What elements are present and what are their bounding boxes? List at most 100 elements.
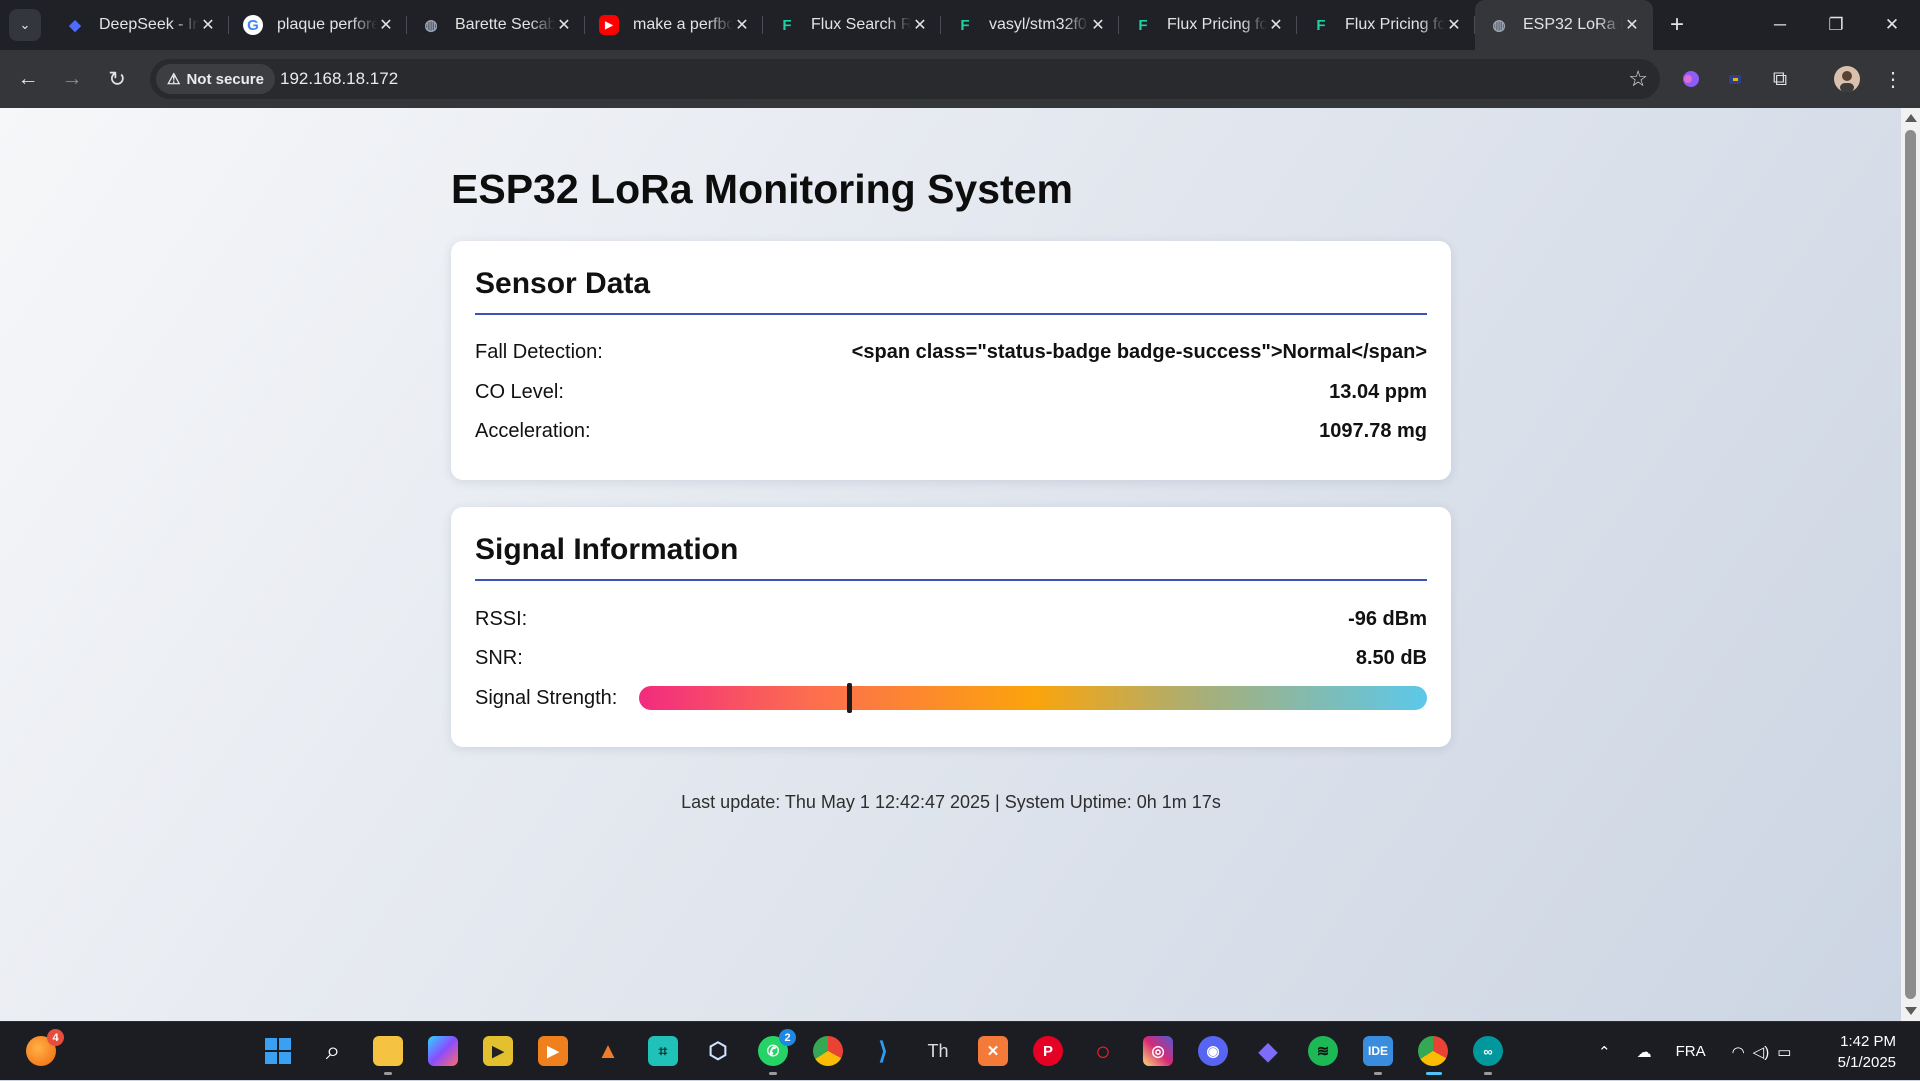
flux-icon: F [960, 16, 970, 34]
whatsapp-icon[interactable]: ✆ 2 [758, 1029, 796, 1075]
discord-icon[interactable]: ◉ [1198, 1036, 1228, 1066]
close-icon[interactable]: ✕ [377, 15, 395, 35]
co-level-label: CO Level: [475, 380, 564, 403]
windows-start-icon[interactable] [263, 1036, 293, 1066]
taskbar-clock[interactable]: 1:42 PM 5/1/2025 [1838, 1031, 1896, 1073]
ide-icon[interactable]: IDE [1363, 1036, 1393, 1075]
gemini-icon[interactable]: ◆ [1253, 1036, 1283, 1066]
tab-title: plaque perforée [277, 16, 377, 33]
opera-icon[interactable]: ○ [1088, 1036, 1118, 1066]
signal-strength-marker [846, 683, 852, 713]
tab-flux-vasyl[interactable]: F vasyl/stm32f0 ✕ [941, 0, 1119, 50]
tab-esp32-active[interactable]: ◍ ESP32 LoRa Monitoring System ✕ [1475, 0, 1653, 50]
volume-icon[interactable]: ◁) [1753, 1043, 1770, 1061]
back-arrow-icon[interactable]: ← [12, 63, 44, 95]
close-icon[interactable]: ✕ [555, 15, 573, 35]
tab-flux-pricing-2[interactable]: F Flux Pricing for Teams ✕ [1297, 0, 1475, 50]
file-explorer-icon[interactable] [373, 1036, 403, 1075]
forward-arrow-icon[interactable]: → [56, 63, 88, 95]
profile-avatar[interactable] [1831, 63, 1863, 95]
whatsapp-badge: 2 [779, 1029, 796, 1046]
arduino-icon[interactable]: ∞ [1473, 1036, 1503, 1075]
signal-card-title: Signal Information [475, 533, 1427, 581]
onedrive-cloud-icon[interactable]: ☁ [1637, 1043, 1652, 1061]
system-tray: ⌃ ☁ FRA ◠ ◁) ▭ [1598, 1022, 1791, 1081]
copilot-icon[interactable] [428, 1036, 458, 1066]
rssi-value: -96 dBm [1348, 607, 1427, 630]
tab-title: Barette Secable [455, 16, 555, 33]
media-player-icon[interactable]: ▶ [483, 1036, 513, 1066]
reload-icon[interactable]: ↻ [101, 63, 133, 95]
stm32-cube-icon[interactable]: ⌗ [648, 1036, 678, 1066]
close-icon[interactable]: ✕ [1445, 15, 1463, 35]
snr-label: SNR: [475, 646, 523, 669]
tab-deepseek[interactable]: ◆ DeepSeek - Into the Unknown ✕ [51, 0, 229, 50]
fall-detection-value: <span class="status-badge badge-success"… [851, 340, 1427, 363]
notification-orb-icon[interactable]: 4 [26, 1029, 64, 1066]
sensor-data-card: Sensor Data Fall Detection: <span class=… [451, 241, 1451, 480]
battery-icon[interactable]: ▭ [1777, 1043, 1791, 1061]
chrome-profile-icon[interactable] [1418, 1036, 1448, 1075]
xampp-icon[interactable]: ✕ [978, 1036, 1008, 1066]
signal-information-card: Signal Information RSSI: -96 dBm SNR: 8.… [451, 507, 1451, 747]
extension-brain-icon[interactable] [1675, 63, 1707, 95]
matlab-icon[interactable]: ▲ [593, 1036, 623, 1066]
restore-icon[interactable]: ❐ [1808, 0, 1864, 50]
close-icon[interactable]: ✕ [1089, 15, 1107, 35]
tab-title: ESP32 LoRa Monitoring System [1523, 16, 1623, 33]
signal-strength-bar [639, 683, 1427, 713]
close-icon[interactable]: ✕ [733, 15, 751, 35]
globe-icon: ◍ [1492, 17, 1506, 34]
search-icon[interactable]: ⌕ [318, 1035, 348, 1066]
chevron-up-icon[interactable]: ⌃ [1598, 1043, 1611, 1061]
vscode-icon[interactable]: ⟩ [868, 1036, 898, 1066]
snr-value: 8.50 dB [1355, 646, 1427, 669]
video-editor-icon[interactable]: ▶ [538, 1036, 568, 1066]
close-icon[interactable]: ✕ [911, 15, 929, 35]
security-chip[interactable]: ⚠ Not secure [156, 64, 275, 94]
kebab-menu-icon[interactable]: ⋮ [1877, 63, 1909, 95]
close-icon[interactable]: ✕ [1267, 15, 1285, 35]
chrome-icon[interactable] [813, 1036, 843, 1066]
puzzle-extensions-icon[interactable]: ⧉ [1764, 63, 1796, 95]
clock-time: 1:42 PM [1840, 1033, 1896, 1050]
tab-search-chevron-icon[interactable]: ⌄ [9, 9, 41, 41]
acceleration-row: Acceleration: 1097.78 mg [475, 416, 1427, 446]
pinterest-icon[interactable]: P [1033, 1036, 1063, 1066]
vertical-scrollbar[interactable] [1901, 108, 1920, 1021]
scrollbar-thumb[interactable] [1905, 130, 1916, 999]
tab-google[interactable]: G plaque perforée ✕ [229, 0, 407, 50]
scroll-up-arrow-icon[interactable] [1905, 114, 1917, 122]
clock-date: 5/1/2025 [1837, 1054, 1896, 1071]
thonny-icon[interactable]: Th [923, 1036, 953, 1066]
deepseek-icon: ◆ [69, 17, 81, 34]
language-indicator[interactable]: FRA [1676, 1043, 1706, 1060]
spotify-icon[interactable]: ≋ [1308, 1036, 1338, 1066]
window-controls: ─ ❐ ✕ [1752, 0, 1920, 50]
browser-tab-strip: ⌄ ◆ DeepSeek - Into the Unknown ✕ G plaq… [0, 0, 1920, 50]
windows-taskbar: 4 ⌕ ▶ ▶ ▲ ⌗ ⬡ ✆ 2 ⟩ Th ✕ P ○ ◎ ◉ ◆ ≋ IDE… [0, 1021, 1920, 1080]
youtube-icon: ▶ [599, 15, 619, 35]
globe-icon: ◍ [424, 17, 438, 34]
tab-flux-search[interactable]: F Flux Search Results ✕ [763, 0, 941, 50]
extension-icon[interactable] [1719, 63, 1751, 95]
wifi-icon[interactable]: ◠ [1732, 1043, 1745, 1061]
virtualbox-icon[interactable]: ⬡ [703, 1036, 733, 1066]
status-footer: Last update: Thu May 1 12:42:47 2025 | S… [681, 792, 1221, 812]
snr-row: SNR: 8.50 dB [475, 643, 1427, 673]
address-bar[interactable]: ⚠ Not secure 192.168.18.172 ☆ [150, 59, 1660, 99]
close-icon[interactable]: ✕ [1623, 15, 1641, 35]
browser-toolbar: ← → ↻ ⚠ Not secure 192.168.18.172 ☆ ⧉ ⋮ [0, 50, 1920, 108]
instagram-icon[interactable]: ◎ [1143, 1036, 1173, 1066]
tab-youtube[interactable]: ▶ make a perfboard ✕ [585, 0, 763, 50]
url-text[interactable]: 192.168.18.172 [280, 69, 398, 89]
tab-flux-pricing-1[interactable]: F Flux Pricing for Teams ✕ [1119, 0, 1297, 50]
tab-barette[interactable]: ◍ Barette Secable ✕ [407, 0, 585, 50]
window-close-icon[interactable]: ✕ [1864, 0, 1920, 50]
bookmark-star-icon[interactable]: ☆ [1628, 66, 1648, 92]
new-tab-plus-icon[interactable]: + [1659, 11, 1695, 39]
acceleration-value: 1097.78 mg [1319, 419, 1427, 442]
minimize-icon[interactable]: ─ [1752, 0, 1808, 50]
scroll-down-arrow-icon[interactable] [1905, 1007, 1917, 1015]
close-icon[interactable]: ✕ [199, 15, 217, 35]
